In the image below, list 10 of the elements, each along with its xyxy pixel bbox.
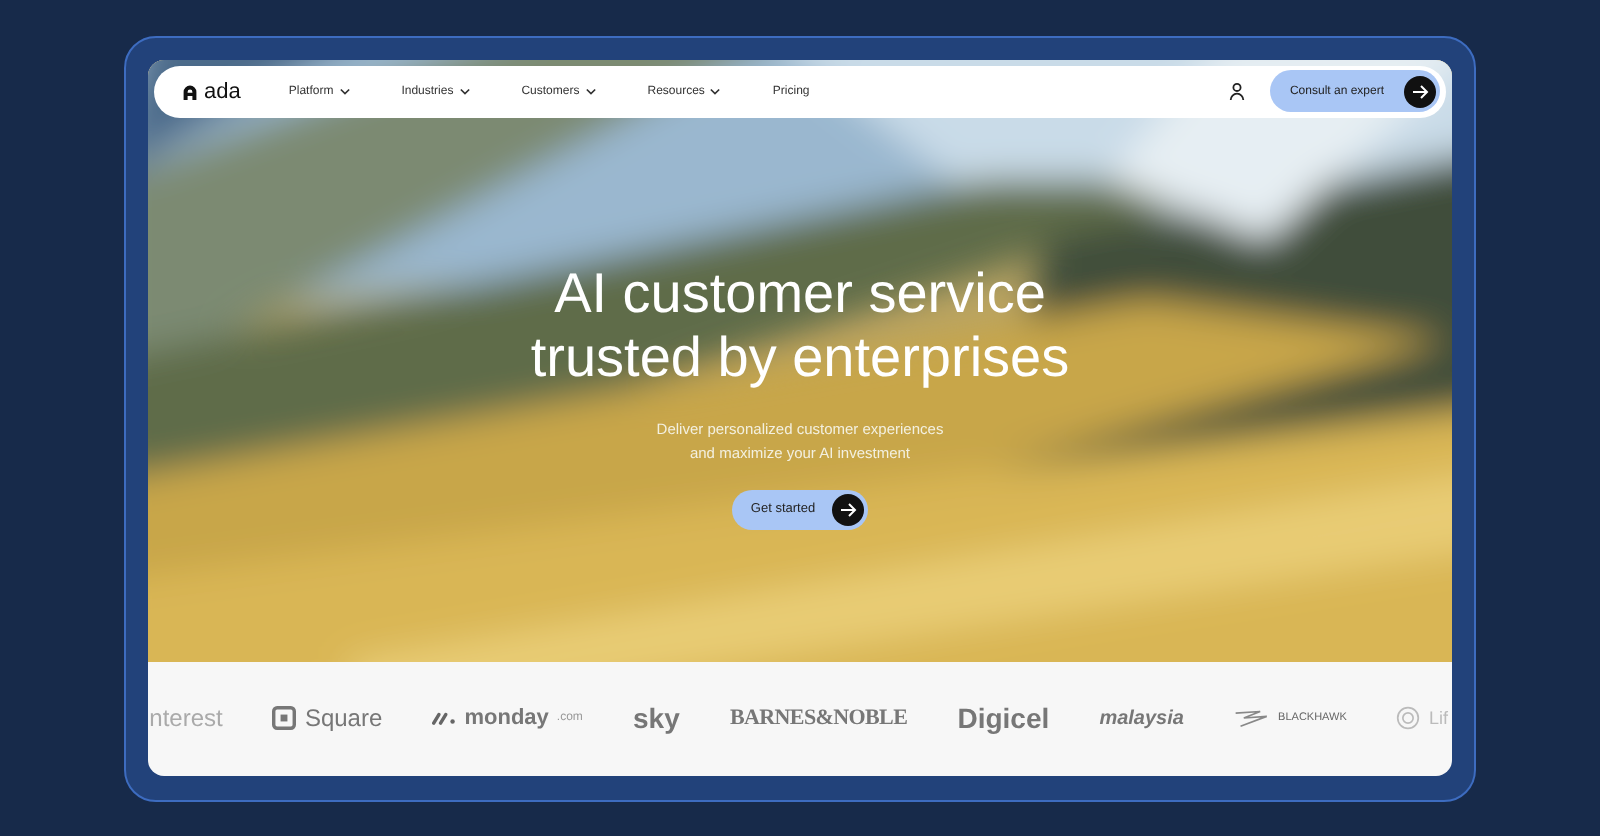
company-logo: BARNES&NOBLE [729, 706, 908, 730]
company-logo: interest [148, 704, 223, 732]
hero-title: AI customer service trusted by enterprises [530, 261, 1070, 389]
company-logo: Lif [1396, 706, 1448, 730]
company-logo: sky [633, 702, 680, 734]
company-logo: malaysia [1099, 707, 1184, 729]
logo[interactable]: ada [182, 79, 241, 103]
company-logo: Square [272, 704, 383, 732]
company-logo: Digicel [957, 702, 1050, 734]
user-icon[interactable] [1227, 82, 1246, 100]
